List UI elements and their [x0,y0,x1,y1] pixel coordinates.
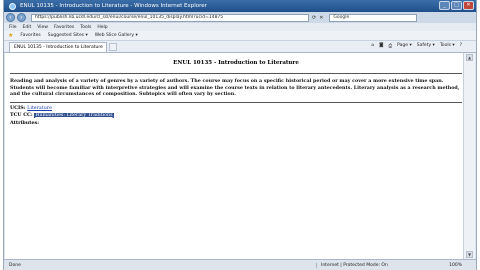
zoom-level[interactable]: 100% [449,263,476,268]
refresh-icon[interactable]: ⟳ [312,15,316,21]
tcu-label: TCU CC: [10,112,33,119]
ie-logo-icon [9,2,16,10]
tools-menu[interactable]: Tools ▾ [440,43,455,49]
course-title: ENUL 10135 - Introduction to Literature [173,60,299,66]
ucis-label: UCIS: [10,104,26,111]
stop-icon[interactable]: ✕ [319,15,323,21]
close-button[interactable]: ✕ [463,1,474,10]
divider [10,73,462,74]
print-icon[interactable]: ⎙ [389,43,393,49]
browser-window: ENUL 10135 - Introduction to Literature … [3,0,477,270]
ucis-link[interactable]: Literature [27,106,52,111]
new-tab-button[interactable] [109,43,117,51]
ucis-row: UCIS: Literature [10,105,462,113]
favorites-item-suggested[interactable]: Suggested Sites ▾ [48,33,88,38]
search-input[interactable]: Google [329,13,418,22]
security-zone: Internet | Protected Mode: On [316,262,392,268]
favorites-item-webslice[interactable]: Web Slice Gallery ▾ [95,33,138,38]
address-row: ‹ › https://publish.lib.ucdl.edu/cl_ssl/… [4,12,476,23]
status-bar: Done Internet | Protected Mode: On 100% [4,259,476,270]
maximize-button[interactable]: □ [451,1,462,10]
menu-view[interactable]: View [37,25,48,30]
menu-file[interactable]: File [9,25,17,30]
title-bar: ENUL 10135 - Introduction to Literature … [4,0,476,12]
feeds-icon[interactable]: ◙ [379,43,383,49]
scroll-down-icon[interactable]: ▼ [466,251,473,258]
home-icon[interactable]: ⌂ [371,43,374,49]
attributes-row: Attributes: [10,120,462,127]
menu-help[interactable]: Help [97,25,107,30]
safety-menu[interactable]: Safety ▾ [417,43,435,49]
window-title: ENUL 10135 - Introduction to Literature … [20,3,207,9]
page-content: ENUL 10135 - Introduction to Literature … [10,58,462,126]
help-icon[interactable]: ? [460,43,462,49]
page-menu[interactable]: Page ▾ [397,43,412,49]
favorites-bar: ★ Favorites Suggested Sites ▾ Web Slice … [4,31,476,41]
tcu-link[interactable]: Humanities: Literary Traditions [34,113,114,119]
course-description: Reading and analysis of a variety of gen… [10,78,460,98]
back-button[interactable]: ‹ [6,13,15,22]
menu-favorites[interactable]: Favorites [54,25,74,30]
window-controls: _ □ ✕ [439,1,474,10]
tcu-row: TCU CC: Humanities: Literary Traditions [10,112,462,120]
attributes-label: Attributes: [10,119,39,126]
scroll-up-icon[interactable]: ▲ [466,54,473,61]
status-text: Done [9,262,21,268]
vertical-scrollbar[interactable]: ▲ ▼ [463,53,475,259]
page-viewport: ENUL 10135 - Introduction to Literature … [5,53,464,259]
favorites-button[interactable]: Favorites [20,33,40,38]
favorites-star-icon[interactable]: ★ [8,32,13,39]
menu-edit[interactable]: Edit [23,25,32,30]
menu-bar: File Edit View Favorites Tools Help [4,23,476,31]
menu-tools[interactable]: Tools [80,25,91,30]
address-actions: ⟳ ✕ [312,15,323,21]
command-bar: ⌂ ◙ ⎙ Page ▾ Safety ▾ Tools ▾ ? [371,43,462,49]
divider [10,101,462,103]
forward-button[interactable]: › [17,13,26,22]
tab-row: ENUL 10135 - Introduction to Literature … [4,41,476,53]
address-input[interactable]: https://publish.lib.ucdl.edu/cl_ssl/enui… [31,13,309,22]
minimize-button[interactable]: _ [439,1,450,10]
tab-course-page[interactable]: ENUL 10135 - Introduction to Literature [9,42,107,52]
